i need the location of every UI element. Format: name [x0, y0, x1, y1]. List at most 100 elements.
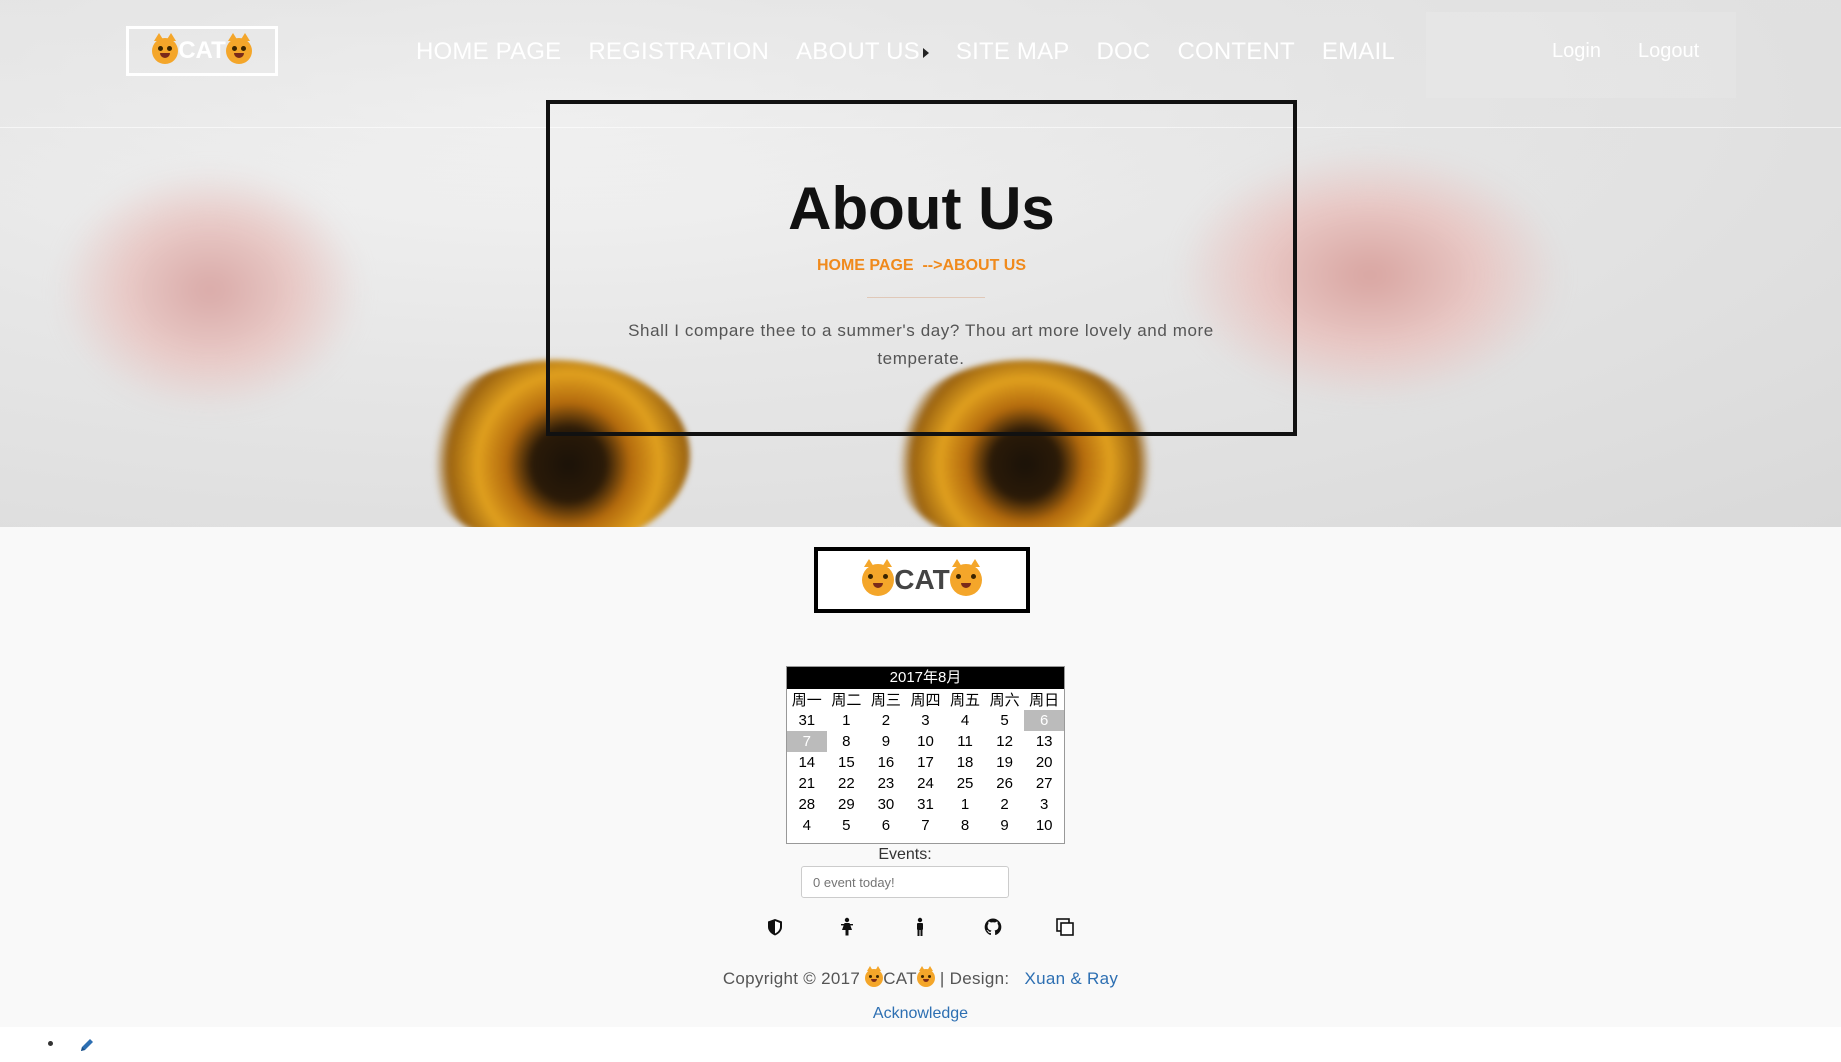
nav-email[interactable]: EMAIL: [1322, 38, 1395, 66]
calendar-week-row: 14 15 16 17 18 19 20: [787, 752, 1064, 773]
calendar-day[interactable]: 18: [945, 752, 985, 773]
events-field[interactable]: [801, 866, 1009, 898]
calendar-day[interactable]: 8: [827, 731, 867, 752]
logout-link[interactable]: Logout: [1638, 40, 1699, 63]
footer-brand-name: CAT: [894, 564, 950, 595]
acknowledge-link[interactable]: Acknowledge: [873, 1005, 968, 1022]
calendar-day[interactable]: 29: [827, 794, 867, 815]
calendar-week-row: 7 8 9 10 11 12 13: [787, 731, 1064, 752]
acknowledge-row: Acknowledge: [0, 1005, 1841, 1023]
calendar-day[interactable]: 2: [866, 710, 906, 731]
nav-about-us[interactable]: ABOUT US: [796, 38, 929, 66]
title-divider: [867, 297, 985, 298]
copyright-brand: CAT: [883, 969, 917, 988]
calendar-day[interactable]: 19: [985, 752, 1025, 773]
calendar-day[interactable]: 4: [945, 710, 985, 731]
male-icon[interactable]: [910, 917, 930, 937]
hero-quote: Shall I compare thee to a summer's day? …: [628, 321, 1214, 368]
calendar-day[interactable]: 1: [945, 794, 985, 815]
nav-about-us-label: ABOUT US: [796, 38, 920, 65]
auth-panel: Login Logout: [1426, 12, 1736, 98]
calendar-day[interactable]: 8: [945, 815, 985, 836]
cat-face-icon: [865, 966, 884, 987]
nav-site-map[interactable]: SITE MAP: [956, 38, 1070, 66]
calendar-day[interactable]: 12: [985, 731, 1025, 752]
breadcrumb-home[interactable]: HOME PAGE: [817, 257, 914, 274]
calendar-day[interactable]: 6: [866, 815, 906, 836]
calendar-grid: 周一 周二 周三 周四 周五 周六 周日 31 1 2 3 4 5 6 7 8 9 10 11 12 13 14 15 16…: [787, 689, 1064, 836]
brand-logo[interactable]: CAT: [126, 26, 278, 76]
calendar-day[interactable]: 5: [827, 815, 867, 836]
calendar-day[interactable]: 26: [985, 773, 1025, 794]
list-bullet: [48, 1041, 53, 1046]
calendar-day[interactable]: 23: [866, 773, 906, 794]
calendar-day[interactable]: 4: [787, 815, 827, 836]
calendar-day[interactable]: 2: [985, 794, 1025, 815]
nav-doc[interactable]: DOC: [1097, 38, 1151, 66]
calendar-day[interactable]: 3: [906, 710, 946, 731]
calendar-day[interactable]: 25: [945, 773, 985, 794]
calendar-weekday: 周五: [950, 692, 981, 709]
calendar-day[interactable]: 9: [866, 731, 906, 752]
calendar-day[interactable]: 10: [906, 731, 946, 752]
breadcrumb-current: -->ABOUT US: [922, 257, 1027, 274]
github-icon[interactable]: [983, 917, 1003, 937]
cat-face-icon: [862, 559, 895, 596]
copyright-prefix: Copyright © 2017: [722, 969, 861, 988]
calendar-day[interactable]: 6: [1024, 710, 1064, 731]
calendar-day[interactable]: 21: [787, 773, 827, 794]
cat-face-icon: [916, 966, 935, 987]
designers-link[interactable]: Xuan & Ray: [1024, 969, 1118, 988]
shield-icon[interactable]: [765, 917, 785, 937]
calendar: 2017年8月 周一 周二 周三 周四 周五 周六 周日 31 1 2 3 4 5 6 7 8 9 10 11 12…: [786, 666, 1065, 844]
cat-face-icon: [225, 33, 252, 64]
calendar-week-row: 28 29 30 31 1 2 3: [787, 794, 1064, 815]
about-card: About Us HOME PAGE -->ABOUT US Shall I c…: [546, 100, 1297, 436]
calendar-weekday: 周一: [791, 692, 822, 709]
pencil-icon[interactable]: [79, 1037, 95, 1053]
nav-registration[interactable]: REGISTRATION: [588, 38, 769, 66]
calendar-day[interactable]: 27: [1024, 773, 1064, 794]
calendar-day[interactable]: 5: [985, 710, 1025, 731]
calendar-day[interactable]: 22: [827, 773, 867, 794]
nav-content[interactable]: CONTENT: [1177, 38, 1294, 66]
caret-right-icon: [922, 47, 929, 58]
calendar-day[interactable]: 31: [906, 794, 946, 815]
calendar-day[interactable]: 15: [827, 752, 867, 773]
calendar-week-row: 31 1 2 3 4 5 6: [787, 710, 1064, 731]
calendar-day[interactable]: 28: [787, 794, 827, 815]
calendar-day[interactable]: 20: [1024, 752, 1064, 773]
breadcrumb: HOME PAGE -->ABOUT US: [550, 257, 1293, 275]
copy-icon[interactable]: [1055, 917, 1075, 937]
calendar-week-row: 4 5 6 7 8 9 10: [787, 815, 1064, 836]
calendar-day[interactable]: 13: [1024, 731, 1064, 752]
calendar-day[interactable]: 31: [787, 710, 827, 731]
calendar-day[interactable]: 10: [1024, 815, 1064, 836]
footer-logo: CAT: [814, 547, 1030, 613]
calendar-weekday: 周四: [910, 692, 941, 709]
events-label: Events:: [878, 846, 932, 863]
page-title: About Us: [788, 175, 1055, 242]
calendar-day[interactable]: 3: [1024, 794, 1064, 815]
calendar-day[interactable]: 7: [906, 815, 946, 836]
calendar-day[interactable]: 24: [906, 773, 946, 794]
design-label: | Design:: [939, 969, 1010, 988]
calendar-month-title: 2017年8月: [787, 667, 1064, 689]
cat-face-icon: [152, 33, 179, 64]
nav-home-page[interactable]: HOME PAGE: [416, 38, 561, 66]
female-icon[interactable]: [837, 917, 857, 937]
copyright-line: Copyright © 2017 CAT | Design: Xuan & Ra…: [0, 966, 1841, 989]
calendar-weekday: 周日: [1029, 692, 1060, 709]
cat-face-icon: [949, 559, 982, 596]
calendar-day[interactable]: 14: [787, 752, 827, 773]
calendar-weekday: 周六: [989, 692, 1020, 709]
calendar-weekday: 周三: [870, 692, 901, 709]
calendar-day[interactable]: 7: [787, 731, 827, 752]
calendar-day[interactable]: 16: [866, 752, 906, 773]
calendar-day[interactable]: 30: [866, 794, 906, 815]
calendar-day[interactable]: 1: [827, 710, 867, 731]
calendar-day[interactable]: 9: [985, 815, 1025, 836]
calendar-day[interactable]: 17: [906, 752, 946, 773]
calendar-day[interactable]: 11: [945, 731, 985, 752]
login-link[interactable]: Login: [1552, 40, 1601, 63]
